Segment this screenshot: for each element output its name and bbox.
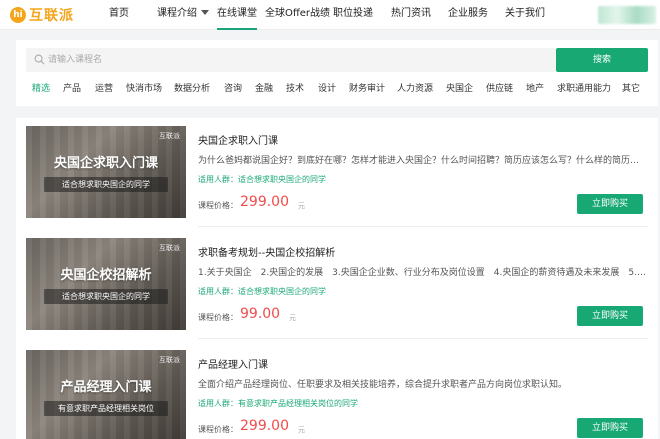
- brand-logo-icon: hi: [10, 7, 26, 23]
- course-audience: 适用人群：适合想求职央国企的同学: [198, 287, 326, 296]
- search-input[interactable]: [48, 48, 548, 72]
- top-nav: hi 互联派 首页 课程介绍 在线课堂 全球Offer战绩 职位投递 热门资讯 …: [0, 0, 660, 30]
- course-title[interactable]: 央国企求职入门课: [198, 132, 278, 147]
- price-unit: 元: [298, 426, 305, 434]
- nav-item-hot-news[interactable]: 热门资讯: [391, 0, 431, 30]
- course-thumbnail[interactable]: 互联派 央国企校招解析 适合想求职央国企的同学: [26, 238, 186, 330]
- nav-item-job-apply[interactable]: 职位投递: [333, 0, 373, 30]
- course-thumbnail[interactable]: 互联派 产品经理入门课 有意求职产品经理相关岗位: [26, 350, 186, 439]
- thumbnail-title: 央国企求职入门课: [53, 156, 158, 171]
- course-card: 互联派 央国企校招解析 适合想求职央国企的同学 求职备考规划--央国企校招解析 …: [26, 230, 648, 339]
- buy-now-button[interactable]: 立即购买: [577, 194, 643, 214]
- course-title[interactable]: 产品经理入门课: [198, 356, 268, 371]
- nav-item-home[interactable]: 首页: [109, 0, 129, 30]
- category-tab-soe[interactable]: 央国企: [446, 81, 473, 94]
- course-description: 全面介绍产品经理岗位、任职要求及相关技能培养，综合提升求职者产品方向岗位求职认知…: [198, 380, 568, 390]
- category-tab-hr[interactable]: 人力资源: [397, 81, 433, 94]
- course-card: 互联派 央国企求职入门课 适合想求职央国企的同学 央国企求职入门课 为什么爸妈都…: [26, 118, 648, 227]
- buy-now-button[interactable]: 立即购买: [577, 418, 643, 438]
- category-bar: 精选 产品 运营 快消市场 数据分析 咨询 金融 技术 设计 财务审计 人力资源…: [16, 81, 658, 97]
- thumbnail-subtitle: 适合想求职央国企的同学: [44, 177, 168, 192]
- course-audience: 适用人群：适合想求职央国企的同学: [198, 175, 326, 184]
- course-list: 互联派 央国企求职入门课 适合想求职央国企的同学 央国企求职入门课 为什么爸妈都…: [16, 118, 658, 439]
- thumbnail-title: 产品经理入门课: [60, 380, 152, 395]
- buy-now-button[interactable]: 立即购买: [577, 306, 643, 326]
- divider: [198, 226, 648, 227]
- category-tab-data-analysis[interactable]: 数据分析: [174, 81, 210, 94]
- nav-item-courses[interactable]: 课程介绍: [157, 0, 209, 30]
- user-avatar[interactable]: [598, 6, 656, 24]
- course-description: 为什么爸妈都说国企好？到底好在哪？怎样才能进入央国企？什么时间招聘？简历应该怎么…: [198, 156, 648, 166]
- thumbnail-subtitle: 有意求职产品经理相关岗位: [44, 401, 168, 416]
- nav-item-courses-label: 课程介绍: [157, 8, 197, 19]
- course-thumbnail[interactable]: 互联派 央国企求职入门课 适合想求职央国企的同学: [26, 126, 186, 218]
- course-price: 99.00: [240, 306, 281, 322]
- thumbnail-title: 央国企校招解析: [60, 268, 152, 283]
- category-tab-tech[interactable]: 技术: [286, 81, 304, 94]
- nav-item-about[interactable]: 关于我们: [505, 0, 545, 30]
- thumbnail-brand: 互联派: [159, 244, 180, 252]
- course-description: 1.关于央国企 2.央国企的发展 3.央国企企业数、行业分布及岗位设置 4.央国…: [198, 268, 648, 278]
- category-tab-fmcg[interactable]: 快消市场: [126, 81, 162, 94]
- category-tab-supply-chain[interactable]: 供应链: [486, 81, 513, 94]
- price-unit: 元: [289, 314, 296, 322]
- course-price: 299.00: [240, 194, 289, 210]
- category-tab-operations[interactable]: 运营: [95, 81, 113, 94]
- course-price: 299.00: [240, 418, 289, 434]
- category-tab-real-estate[interactable]: 地产: [526, 81, 544, 94]
- search-panel: 搜索 精选 产品 运营 快消市场 数据分析 咨询 金融 技术 设计 财务审计 人…: [16, 40, 658, 106]
- brand-logo[interactable]: hi 互联派: [10, 5, 74, 25]
- brand-name: 互联派: [29, 8, 74, 24]
- category-tab-general-skills[interactable]: 求职通用能力: [557, 81, 611, 94]
- category-tab-other[interactable]: 其它: [622, 81, 640, 94]
- price-label: 课程价格：: [198, 201, 238, 210]
- search-icon: [34, 54, 45, 65]
- chevron-down-icon: [201, 10, 209, 15]
- divider: [198, 338, 648, 339]
- course-title[interactable]: 求职备考规划--央国企校招解析: [198, 244, 335, 259]
- price-label: 课程价格：: [198, 425, 238, 434]
- search-button[interactable]: 搜索: [556, 48, 648, 72]
- course-card: 互联派 产品经理入门课 有意求职产品经理相关岗位 产品经理入门课 全面介绍产品经…: [26, 342, 648, 439]
- thumbnail-brand: 互联派: [159, 132, 180, 140]
- thumbnail-brand: 互联派: [159, 356, 180, 364]
- price-label: 课程价格：: [198, 313, 238, 322]
- nav-item-enterprise[interactable]: 企业服务: [448, 0, 488, 30]
- nav-item-global-offer[interactable]: 全球Offer战绩: [265, 0, 330, 30]
- category-tab-finance-audit[interactable]: 财务审计: [349, 81, 385, 94]
- thumbnail-subtitle: 适合想求职央国企的同学: [44, 289, 168, 304]
- search-box: [26, 48, 556, 72]
- category-tab-finance[interactable]: 金融: [255, 81, 273, 94]
- course-audience: 适用人群：有意求职产品经理相关岗位的同学: [198, 399, 358, 408]
- category-tab-featured[interactable]: 精选: [32, 81, 50, 94]
- price-unit: 元: [298, 202, 305, 210]
- category-tab-product[interactable]: 产品: [63, 81, 81, 94]
- nav-item-online-class[interactable]: 在线课堂: [217, 0, 257, 30]
- category-tab-consulting[interactable]: 咨询: [224, 81, 242, 94]
- category-tab-design[interactable]: 设计: [318, 81, 336, 94]
